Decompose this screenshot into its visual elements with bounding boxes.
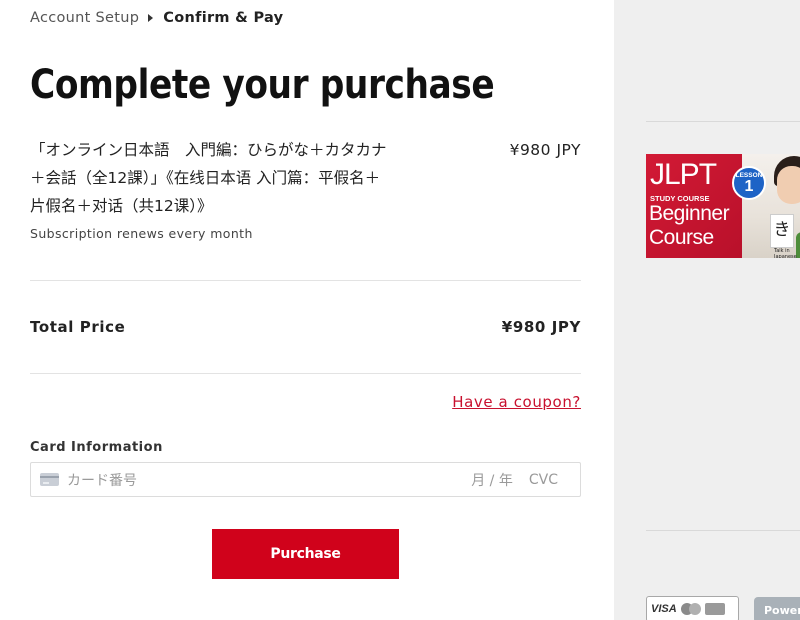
checkout-panel: Account Setup Confirm & Pay Complete you… — [0, 0, 614, 620]
breadcrumb-confirm-pay: Confirm & Pay — [163, 10, 284, 26]
sidebar-divider — [646, 530, 800, 531]
card-number-input[interactable]: カード番号 — [67, 470, 471, 490]
divider — [30, 280, 581, 281]
visa-icon: VISA — [651, 603, 677, 615]
powered-by-badge[interactable]: Powered — [754, 597, 800, 620]
card-information-label: Card Information — [30, 440, 163, 455]
thumbnail-title: JLPT — [650, 158, 717, 191]
breadcrumb-arrow-icon — [148, 14, 154, 22]
breadcrumb-account-setup[interactable]: Account Setup — [30, 10, 139, 26]
total-price-label: Total Price — [30, 318, 126, 336]
total-price-value: ¥980 JPY — [501, 318, 581, 336]
kana-flashcard: き — [770, 214, 794, 248]
sidebar-divider — [646, 121, 800, 122]
course-thumbnail: き JLPT STUDY COURSE Beginner Course LESS… — [646, 154, 800, 258]
coupon-link[interactable]: Have a coupon? — [452, 393, 581, 411]
divider — [30, 373, 581, 374]
order-summary-sidebar: き JLPT STUDY COURSE Beginner Course LESS… — [614, 0, 800, 620]
card-expiry-input[interactable]: 月 / 年 — [471, 470, 513, 490]
mastercard-icon — [680, 603, 701, 615]
thumbnail-brand: Talk in Japanese — [774, 248, 797, 258]
thumbnail-course-name: Beginner Course — [649, 202, 730, 249]
page-title: Complete your purchase — [30, 62, 495, 108]
product-name: 「オンライン日本語 入門編：ひらがな＋カタカナ＋会話（全12課）」《在线日本语 … — [30, 141, 387, 215]
subscription-note: Subscription renews every month — [30, 226, 253, 241]
lesson-badge: LESSON 1 — [732, 166, 766, 200]
breadcrumb: Account Setup Confirm & Pay — [30, 10, 283, 26]
card-cvc-input[interactable]: CVC — [529, 472, 558, 488]
amex-icon — [704, 603, 725, 615]
product-price: ¥980 JPY — [509, 141, 581, 159]
credit-card-icon — [40, 473, 59, 486]
accepted-cards: VISA — [646, 596, 739, 620]
card-information-field[interactable]: カード番号 月 / 年 CVC — [30, 462, 581, 497]
purchase-button[interactable]: Purchase — [212, 529, 399, 579]
